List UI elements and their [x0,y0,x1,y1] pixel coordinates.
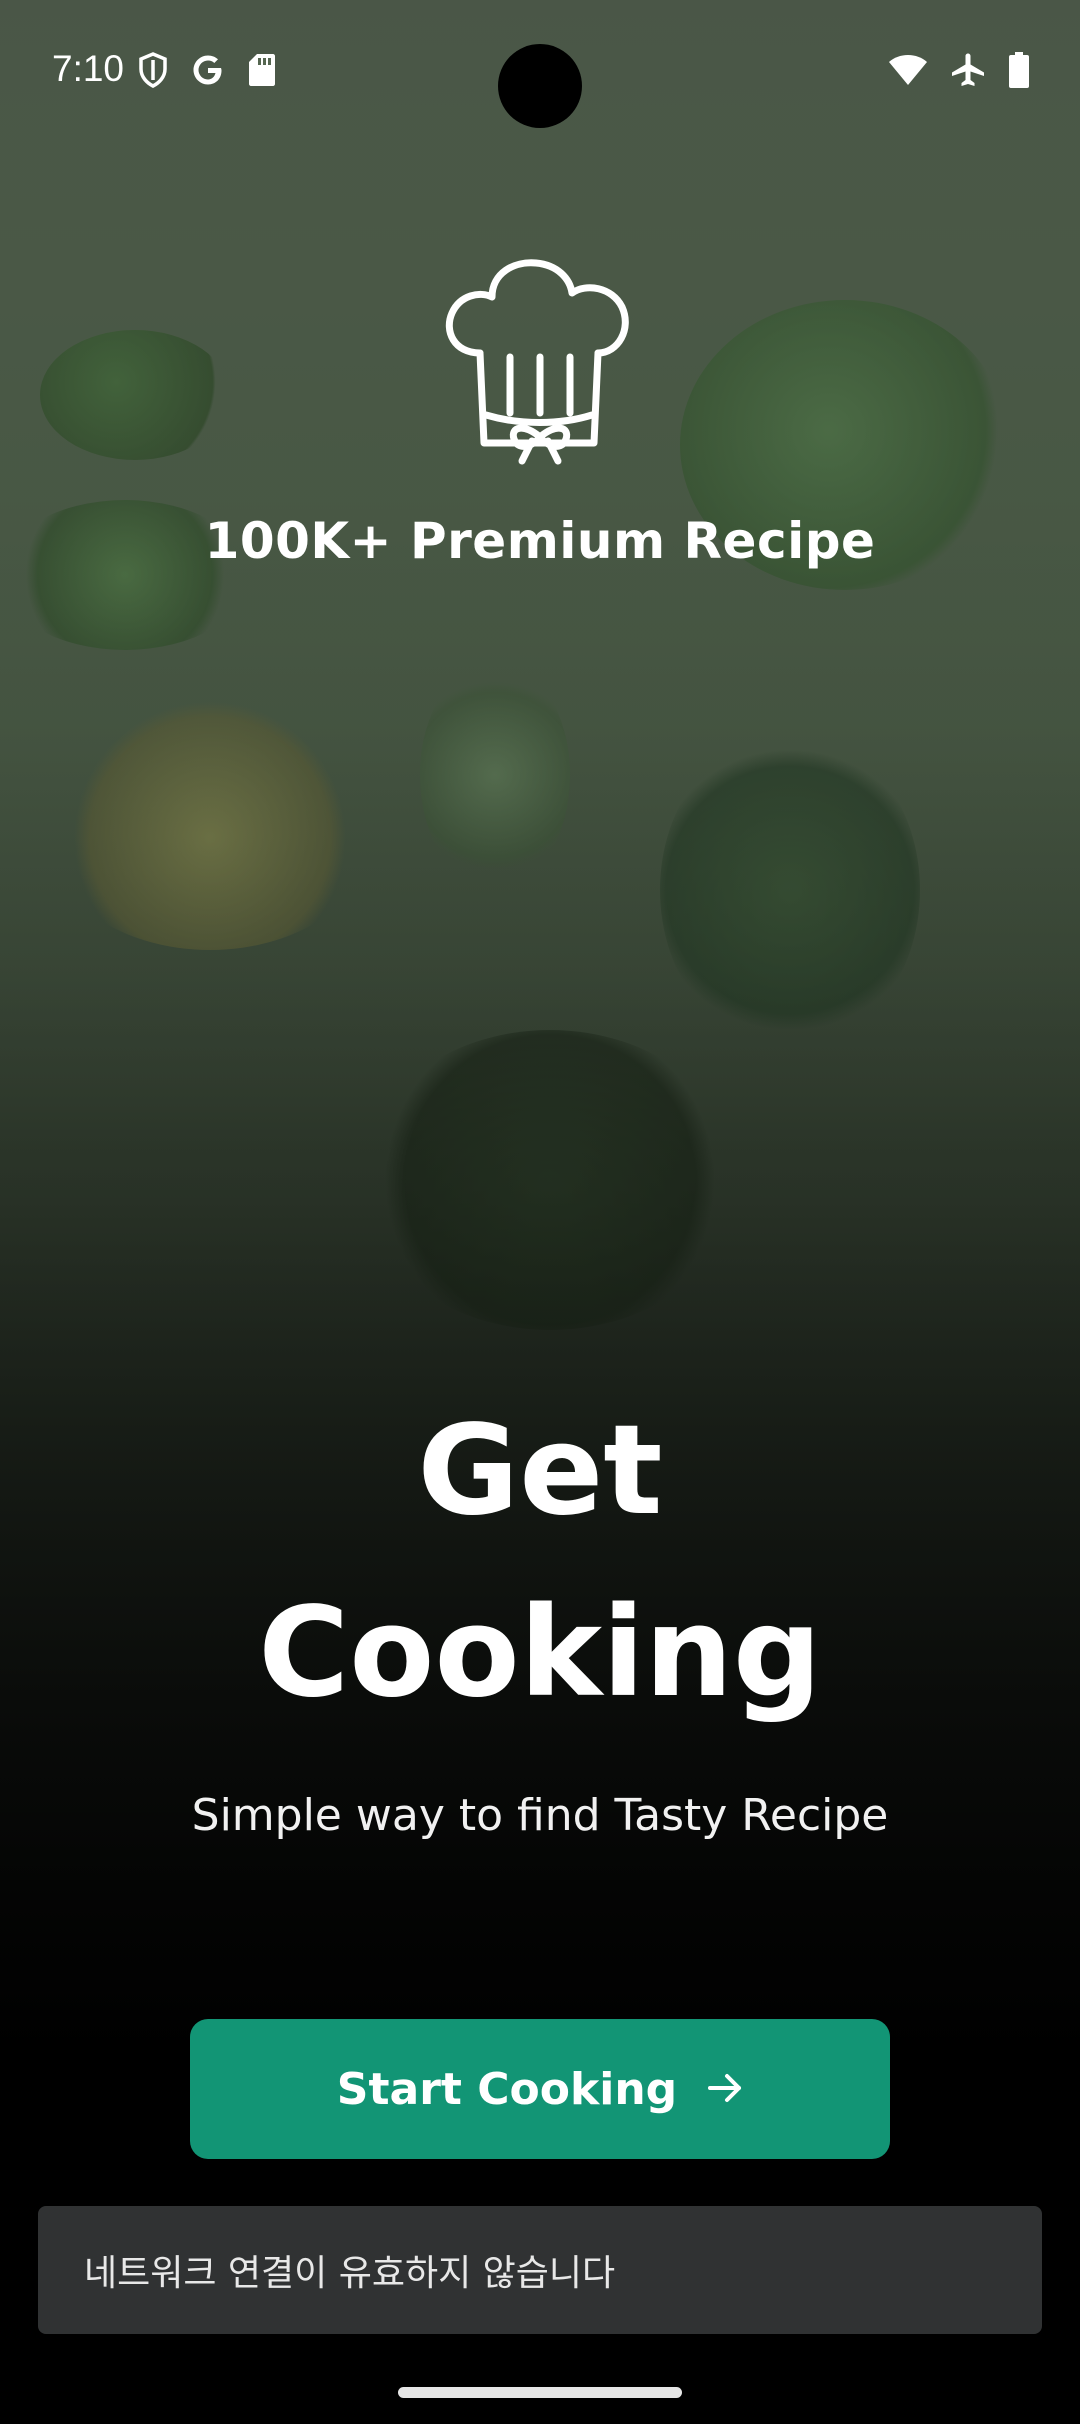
background-herb [40,330,230,460]
camera-cutout [498,44,582,128]
start-cooking-button[interactable]: Start Cooking [190,2019,890,2159]
airplane-mode-icon [950,52,986,93]
sd-card-icon [248,53,276,92]
background-leaf [360,1030,740,1330]
headline-line-2: Cooking [258,1581,822,1725]
background-cucumber [420,660,570,890]
background-lemon [40,700,380,950]
network-error-snackbar: 네트워크 연결이 유효하지 않습니다 [38,2206,1042,2334]
splash-screen: 7:10 100K+ Premium Recipe Get Cooking Si… [0,0,1080,2424]
arrow-right-icon [707,2064,743,2115]
google-icon [190,52,226,93]
headline: Get Cooking [0,1380,1080,1744]
status-bar: 7:10 [0,0,1080,140]
status-time: 7:10 [52,48,125,89]
tagline: 100K+ Premium Recipe [204,512,876,570]
battery-icon [1008,52,1030,93]
shield-icon [138,52,168,93]
home-indicator[interactable] [398,2387,682,2398]
snackbar-message: 네트워크 연결이 유효하지 않습니다 [84,2253,616,2294]
wifi-icon [888,54,928,91]
chef-hat-logo [440,255,640,470]
headline-line-1: Get [417,1399,663,1543]
background-kale [660,730,920,1050]
subtitle: Simple way to find Tasty Recipe [191,1790,889,1841]
start-cooking-label: Start Cooking [336,2063,678,2115]
